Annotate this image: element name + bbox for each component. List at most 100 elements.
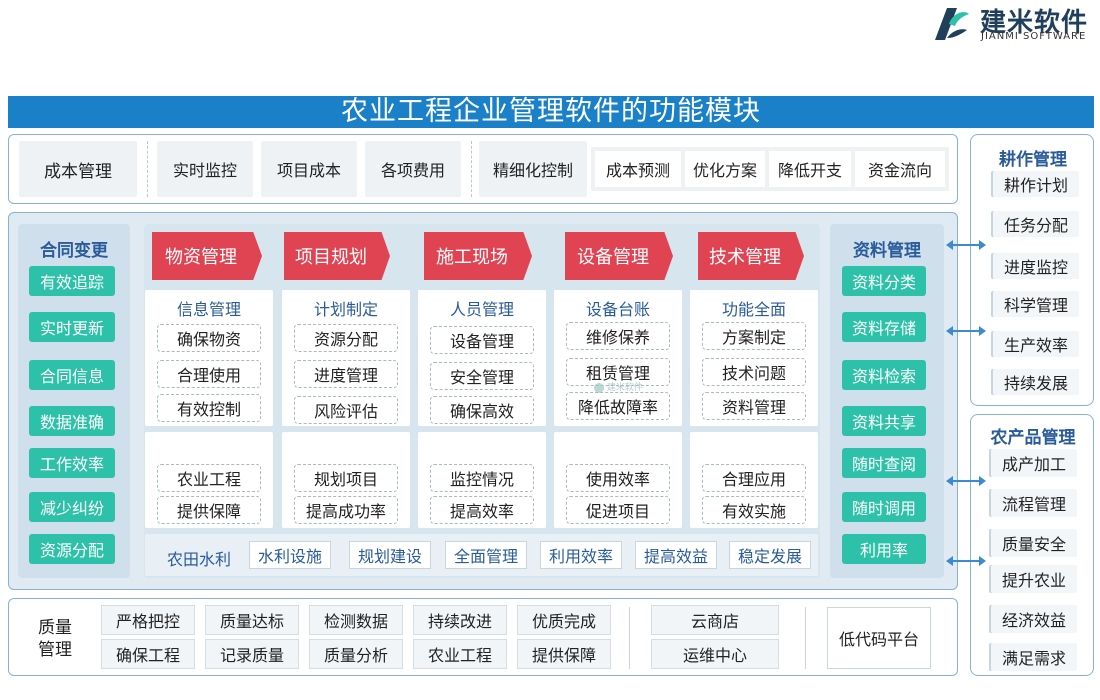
contract-item: 工作效率 (29, 448, 115, 478)
contract-item: 合同信息 (29, 360, 115, 390)
card-heading: 功能全面 (721, 300, 786, 319)
products-item: 满足需求 (991, 643, 1077, 671)
water-item: 稳定发展 (729, 541, 811, 569)
water-item: 全面管理 (445, 541, 527, 569)
arrow-line (952, 480, 980, 482)
products-item: 经济效益 (991, 605, 1077, 633)
card-item: 进度管理 (294, 360, 398, 388)
cloud-store: 云商店 (651, 605, 779, 635)
contract-item: 有效追踪 (29, 266, 115, 296)
cost-item: 各项费用 (365, 141, 461, 197)
farming-title: 耕作管理 (999, 150, 1067, 170)
card-plan: 计划制定 资源分配 进度管理 风险评估 (282, 290, 410, 426)
card-bottom: 使用效率 促进项目 (554, 432, 682, 528)
quality-item: 农业工程 (413, 639, 507, 669)
card-item: 农业工程 (157, 464, 261, 492)
quality-label-line: 质量 (38, 618, 72, 638)
card-item: 确保物资 (157, 324, 261, 352)
cost-panel: 成本管理 实时监控 项目成本 各项费用 精细化控制 成本预测 优化方案 降低开支… (8, 134, 958, 204)
card-item: 提高成功率 (294, 496, 398, 524)
quality-label: 质量 管理 (27, 617, 83, 661)
cost-refine: 精细化控制 (479, 141, 587, 197)
products-panel: 农产品管理 成产加工 流程管理 质量安全 提升农业 经济效益 满足需求 (970, 414, 1094, 676)
cost-sub-item: 成本预测 (595, 151, 681, 187)
quality-panel: 质量 管理 严格把控 质量达标 检测数据 持续改进 优质完成 确保工程 记录质量… (8, 598, 958, 676)
arrow-right-icon (979, 326, 986, 336)
water-label: 农田水利 (167, 550, 232, 569)
tab-equipment: 设备管理 (565, 232, 673, 280)
water-item: 规划建设 (349, 541, 431, 569)
card-item: 确保高效 (430, 396, 534, 424)
arrow-line (952, 330, 980, 332)
card-staff: 人员管理 设备管理 安全管理 确保高效 (418, 290, 546, 426)
double-arrow (946, 240, 986, 250)
farming-panel: 耕作管理 耕作计划 任务分配 进度监控 科学管理 生产效率 持续发展 (970, 134, 1094, 406)
water-row: 农田水利 水利设施 规划建设 全面管理 利用效率 提高效益 稳定发展 (145, 534, 818, 576)
farming-item: 持续发展 (993, 369, 1079, 395)
data-mgmt-item: 随时调用 (842, 492, 926, 522)
card-item: 资源分配 (294, 324, 398, 352)
tab-site: 施工现场 (424, 232, 532, 280)
data-mgmt-item: 随时查阅 (842, 448, 926, 478)
tab-planning: 项目规划 (284, 232, 390, 280)
card-ledger: 设备台账 维修保养 租赁管理 降低故障率 (554, 290, 682, 426)
watermark: 建米软件 (594, 380, 643, 393)
card-item: 监控情况 (430, 464, 534, 492)
divider (629, 607, 630, 669)
farming-item: 生产效率 (993, 331, 1079, 357)
card-item: 安全管理 (430, 362, 534, 390)
card-item: 合理使用 (157, 360, 261, 388)
double-arrow (946, 326, 986, 336)
data-mgmt-item: 资料分类 (842, 266, 926, 296)
farming-item: 耕作计划 (993, 171, 1079, 197)
card-item: 提高效率 (430, 496, 534, 524)
watermark-text: 建米软件 (606, 383, 643, 393)
jianmi-logo-icon (935, 8, 969, 40)
cost-sub-group: 成本预测 优化方案 降低开支 资金流向 (591, 147, 949, 191)
quality-item: 持续改进 (413, 605, 507, 635)
cost-label: 成本管理 (19, 141, 137, 197)
water-item: 利用效率 (540, 541, 622, 569)
data-mgmt-title: 资料管理 (853, 241, 921, 261)
data-mgmt-item: 资料检索 (842, 360, 926, 390)
card-bottom: 农业工程 提供保障 (145, 432, 273, 528)
data-mgmt-column: 资料管理 资料分类 资料存储 资料检索 资料共享 随时查阅 随时调用 利用率 (830, 224, 944, 578)
watermark-icon (594, 382, 604, 393)
card-heading: 人员管理 (449, 300, 514, 319)
page-title: 农业工程企业管理软件的功能模块 (8, 96, 1094, 128)
card-item: 规划项目 (294, 464, 398, 492)
products-item: 流程管理 (991, 489, 1077, 517)
cost-item: 实时监控 (157, 141, 253, 197)
card-info: 信息管理 确保物资 合理使用 有效控制 (145, 290, 273, 426)
contract-item: 资源分配 (29, 534, 115, 564)
quality-label-line: 管理 (38, 640, 72, 660)
quality-item: 质量分析 (309, 639, 403, 669)
card-item: 技术问题 (702, 358, 806, 386)
data-mgmt-item: 利用率 (842, 534, 926, 564)
card-item: 使用效率 (566, 464, 670, 492)
divider (805, 607, 806, 669)
contract-item: 数据准确 (29, 406, 115, 436)
cost-sub-item: 降低开支 (769, 151, 851, 187)
quality-item: 确保工程 (101, 639, 195, 669)
divider (471, 141, 472, 197)
card-item: 资料管理 (702, 392, 806, 420)
arrow-right-icon (979, 556, 986, 566)
logo-subtext: JIANMI SOFTWARE (981, 31, 1087, 42)
products-item: 提升农业 (991, 565, 1077, 593)
contract-item: 减少纠纷 (29, 492, 115, 522)
quality-item: 检测数据 (309, 605, 403, 635)
data-mgmt-item: 资料存储 (842, 312, 926, 342)
quality-item: 提供保障 (517, 639, 611, 669)
arrow-right-icon (979, 476, 986, 486)
farming-item: 任务分配 (993, 211, 1079, 237)
cost-item: 项目成本 (261, 141, 357, 197)
cost-sub-item: 优化方案 (685, 151, 765, 187)
double-arrow (946, 556, 986, 566)
products-title: 农产品管理 (990, 428, 1076, 448)
card-bottom: 监控情况 提高效率 (418, 432, 546, 528)
water-item: 水利设施 (249, 541, 331, 569)
tab-materials: 物资管理 (152, 232, 262, 280)
arrow-right-icon (979, 240, 986, 250)
card-item: 风险评估 (294, 396, 398, 424)
